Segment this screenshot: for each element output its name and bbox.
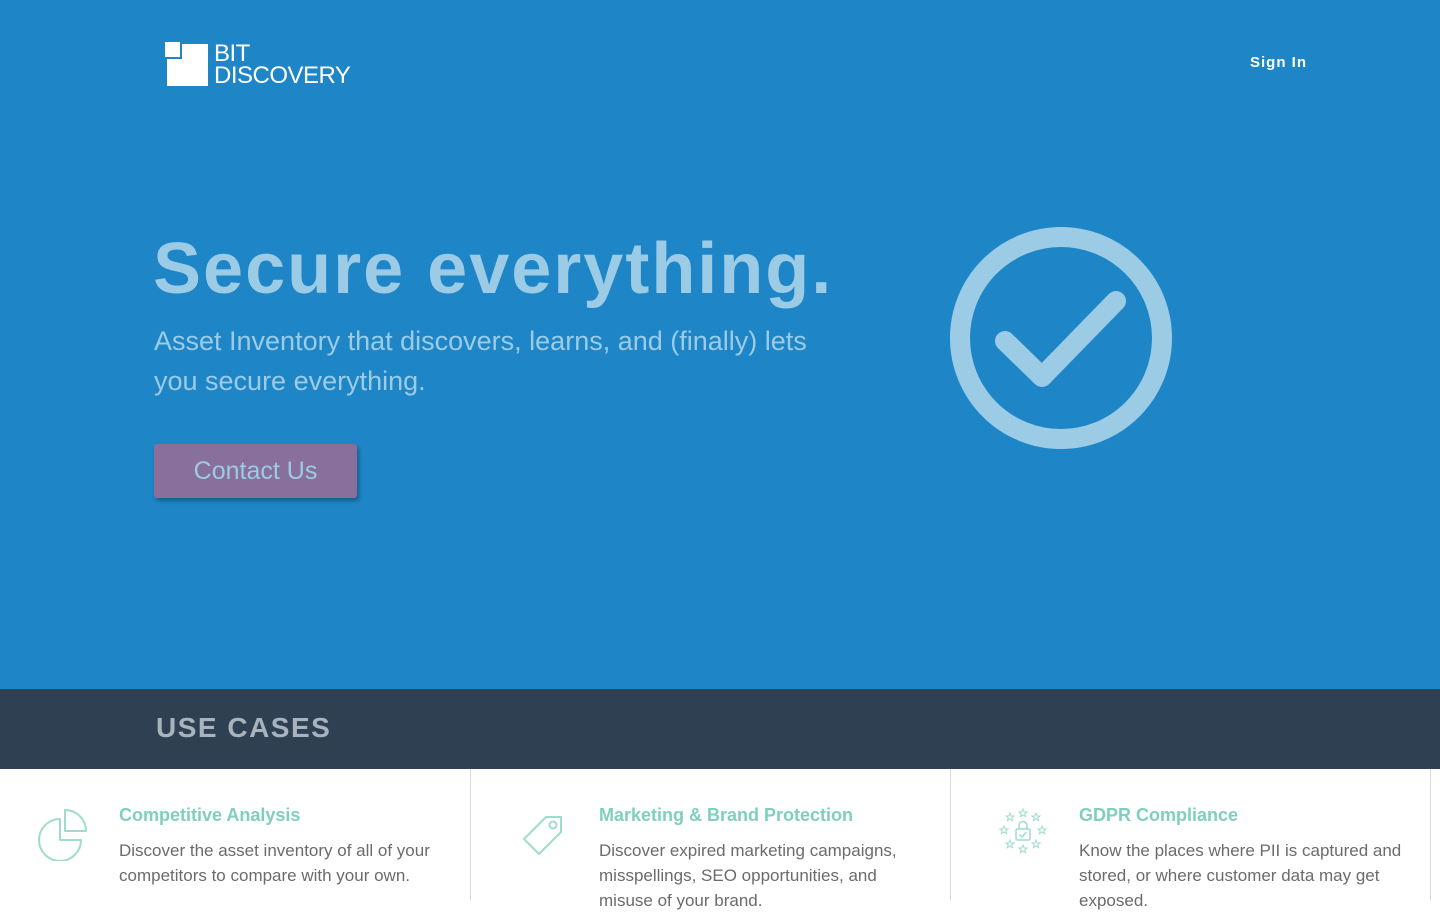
- use-cases-heading: USE CASES: [156, 712, 332, 743]
- hero-subheadline: Asset Inventory that discovers, learns, …: [154, 326, 807, 396]
- logo-mark-small-square: [165, 42, 180, 57]
- logo-text-discovery: DISCOVERY: [214, 62, 351, 89]
- use-case-title: Marketing & Brand Protection: [599, 805, 854, 825]
- use-case-description: Discover expired marketing campaigns, mi…: [599, 841, 897, 910]
- hero-headline: Secure everything.: [153, 229, 834, 309]
- use-case-description: Discover the asset inventory of all of y…: [119, 841, 430, 885]
- hero-section: BIT DISCOVERY Sign In Secure everything.…: [0, 0, 1440, 689]
- use-case-title: GDPR Compliance: [1079, 805, 1239, 825]
- pie-chart-icon: [38, 809, 87, 861]
- bit-discovery-logo[interactable]: BIT DISCOVERY: [165, 42, 357, 88]
- eu-lock-icon: [998, 807, 1048, 854]
- use-case-card-marketing-brand-protection[interactable]: Marketing & Brand Protection Discover ex…: [480, 769, 951, 910]
- tag-icon: [523, 816, 562, 855]
- use-cases-cards: Competitive Analysis Discover the asset …: [0, 769, 1440, 910]
- check-circle-icon: [950, 227, 1172, 449]
- use-case-description: Know the places where PII is captured an…: [1079, 841, 1402, 910]
- contact-us-button[interactable]: Contact Us: [154, 444, 357, 498]
- use-case-card-gdpr-compliance[interactable]: GDPR Compliance Know the places where PI…: [960, 769, 1431, 910]
- use-case-title: Competitive Analysis: [119, 805, 301, 825]
- sign-in-link[interactable]: Sign In: [1250, 54, 1307, 71]
- use-case-card-competitive-analysis[interactable]: Competitive Analysis Discover the asset …: [0, 769, 471, 900]
